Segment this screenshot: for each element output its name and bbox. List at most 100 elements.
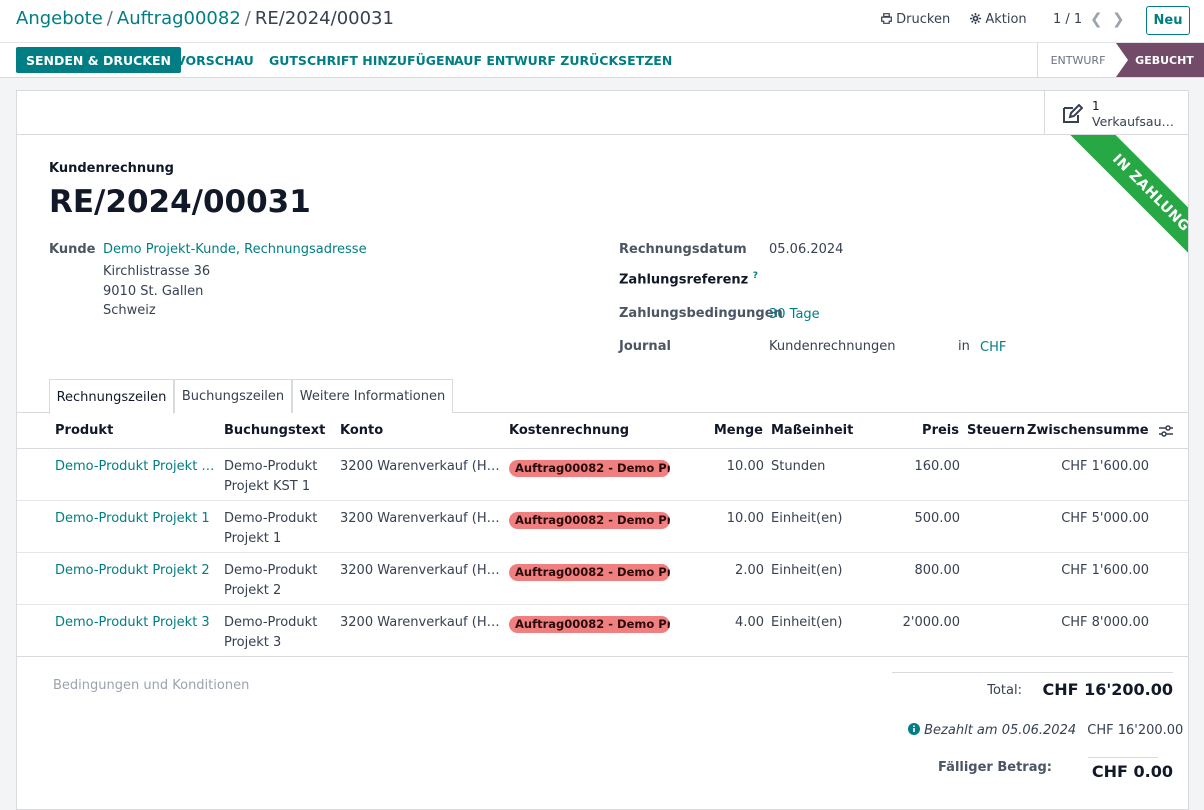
row-uom[interactable]: Einheit(en) — [771, 613, 842, 633]
optional-columns-icon[interactable] — [1159, 425, 1173, 437]
analytic-tag[interactable]: Auftrag00082 - Demo Pr... — [509, 460, 670, 477]
column-label[interactable]: Buchungstext — [224, 423, 325, 438]
info-icon[interactable] — [908, 723, 920, 735]
column-subtotal[interactable]: Zwischensumme — [1027, 423, 1149, 438]
invoice-date-field[interactable]: 05.06.2024 — [769, 242, 843, 257]
breadcrumb-current: RE/2024/00031 — [254, 8, 394, 29]
pager-prev-icon[interactable]: ❮ — [1090, 10, 1103, 28]
analytic-tag[interactable]: Auftrag00082 - Demo Pr... — [509, 564, 670, 581]
status-posted[interactable]: GEBUCHT — [1116, 43, 1204, 77]
ribbon-label: IN ZAHLUNG — [1065, 135, 1188, 275]
row-product[interactable]: Demo-Produkt Projekt KST 1 — [55, 457, 221, 477]
page-title: RE/2024/00031 — [49, 184, 311, 220]
action-menu[interactable]: Aktion — [970, 12, 1027, 27]
column-price[interactable]: Preis — [897, 423, 959, 438]
total-amount: CHF 16'200.00 — [1042, 680, 1173, 699]
row-account[interactable]: 3200 Warenverkauf (Handel) — [340, 509, 500, 529]
row-label-line1: Demo-Produkt — [224, 511, 318, 526]
send-print-button[interactable]: SENDEN & DRUCKEN — [16, 47, 181, 73]
breadcrumb-quotations[interactable]: Angebote — [16, 8, 103, 29]
tab-other-info[interactable]: Weitere Informationen — [292, 379, 453, 413]
row-label[interactable]: Demo-Produkt Projekt 2 — [224, 561, 317, 601]
breadcrumb-separator: / — [106, 8, 113, 29]
column-uom[interactable]: Maßeinheit — [771, 423, 853, 438]
action-menus: Drucken Aktion — [881, 12, 1027, 27]
control-panel-top: Angebote / Auftrag00082/RE/2024/00031 Druc… — [0, 0, 1204, 43]
row-account[interactable]: 3200 Warenverkauf (Handel) — [340, 457, 500, 477]
paid-label: Bezahlt am 05.06.2024 — [924, 723, 1077, 738]
row-product[interactable]: Demo-Produkt Projekt 2 — [55, 561, 221, 581]
column-analytic[interactable]: Kostenrechnung — [509, 423, 629, 438]
payment-reference-label-text: Zahlungsreferenz — [619, 272, 749, 288]
smart-button-label: Verkaufsau… — [1092, 114, 1175, 129]
row-price[interactable]: 500.00 — [877, 509, 961, 529]
row-uom[interactable]: Stunden — [771, 457, 825, 477]
row-account[interactable]: 3200 Warenverkauf (Handel) — [340, 561, 500, 581]
pager-value[interactable]: 1 / 1 — [1053, 12, 1082, 27]
row-quantity[interactable]: 10.00 — [707, 509, 764, 529]
column-product[interactable]: Produkt — [55, 423, 113, 438]
row-label-line2: Projekt 3 — [224, 635, 282, 650]
help-icon[interactable]: ? — [753, 271, 758, 281]
analytic-tag[interactable]: Auftrag00082 - Demo Pr... — [509, 616, 670, 633]
row-price[interactable]: 160.00 — [877, 457, 961, 477]
table-row[interactable]: Demo-Produkt Projekt 3 Demo-Produkt Proje… — [17, 605, 1188, 657]
totals-divider — [892, 672, 1173, 673]
row-quantity[interactable]: 4.00 — [707, 613, 764, 633]
add-credit-note-button[interactable]: GUTSCHRIFT HINZUFÜGEN — [269, 53, 455, 68]
table-footer-divider — [17, 656, 1188, 657]
customer-field[interactable]: Demo Projekt-Kunde, Rechnungsadresse — [103, 242, 367, 257]
print-menu[interactable]: Drucken — [881, 12, 950, 27]
breadcrumb: Angebote / Auftrag00082/RE/2024/00031 — [16, 8, 394, 29]
table-row[interactable]: Demo-Produkt Projekt 2 Demo-Produkt Proje… — [17, 553, 1188, 605]
tab-invoice-lines[interactable]: Rechnungszeilen — [49, 379, 174, 414]
preview-button[interactable]: VORSCHAU — [176, 53, 254, 68]
row-label-line1: Demo-Produkt — [224, 615, 318, 630]
row-quantity[interactable]: 10.00 — [707, 457, 764, 477]
button-box: 1 Verkaufsau… — [17, 91, 1188, 135]
print-icon — [881, 13, 892, 24]
terms-field[interactable]: Bedingungen und Konditionen — [53, 678, 249, 693]
row-label[interactable]: Demo-Produkt Projekt KST 1 — [224, 457, 317, 497]
row-uom[interactable]: Einheit(en) — [771, 561, 842, 581]
action-label: Aktion — [985, 12, 1027, 27]
journal-label: Journal — [619, 339, 671, 354]
row-uom[interactable]: Einheit(en) — [771, 509, 842, 529]
row-price[interactable]: 800.00 — [877, 561, 961, 581]
column-taxes[interactable]: Steuern — [967, 423, 1025, 438]
row-label[interactable]: Demo-Produkt Projekt 3 — [224, 613, 317, 653]
row-label-line2: Projekt 2 — [224, 583, 282, 598]
row-label-line1: Demo-Produkt — [224, 563, 318, 578]
row-label[interactable]: Demo-Produkt Projekt 1 — [224, 509, 317, 549]
reset-to-draft-button[interactable]: AUF ENTWURF ZURÜCKSETZEN — [454, 53, 672, 68]
row-product[interactable]: Demo-Produkt Projekt 1 — [55, 509, 221, 529]
breadcrumb-order[interactable]: Auftrag00082 — [117, 8, 241, 29]
gear-icon — [970, 13, 982, 24]
row-subtotal: CHF 1'600.00 — [1061, 563, 1149, 578]
column-account[interactable]: Konto — [340, 423, 383, 438]
amount-due-label: Fälliger Betrag: — [938, 760, 1052, 775]
control-panel: Angebote / Auftrag00082/RE/2024/00031 Druc… — [0, 0, 1204, 78]
row-account[interactable]: 3200 Warenverkauf (Handel) — [340, 613, 500, 633]
pager-next-icon[interactable]: ❯ — [1112, 10, 1125, 28]
customer-street: Kirchlistrasse 36 — [103, 264, 211, 279]
form-sheet: 1 Verkaufsau… IN ZAHLUNG Kundenrechnung … — [16, 90, 1189, 810]
row-quantity[interactable]: 2.00 — [707, 561, 764, 581]
column-quantity[interactable]: Menge — [707, 423, 763, 438]
tab-journal-items[interactable]: Buchungszeilen — [174, 379, 292, 413]
currency-field[interactable]: CHF — [980, 340, 1006, 355]
new-button[interactable]: Neu — [1146, 6, 1190, 35]
invoice-date-label: Rechnungsdatum — [619, 242, 747, 257]
payment-reference-label: Zahlungsreferenz ? — [619, 271, 758, 287]
table-row[interactable]: Demo-Produkt Projekt KST 1 Demo-Produkt P… — [17, 449, 1188, 501]
table-row[interactable]: Demo-Produkt Projekt 1 Demo-Produkt Proje… — [17, 501, 1188, 553]
payment-terms-field[interactable]: 30 Tage — [769, 307, 820, 322]
document-type: Kundenrechnung — [49, 161, 174, 176]
analytic-tag[interactable]: Auftrag00082 - Demo Pr... — [509, 512, 670, 529]
sales-orders-smart-button[interactable]: 1 Verkaufsau… — [1044, 91, 1188, 135]
row-price[interactable]: 2'000.00 — [877, 613, 960, 633]
journal-field[interactable]: Kundenrechnungen — [769, 339, 896, 354]
customer-label: Kunde — [49, 242, 96, 257]
row-product[interactable]: Demo-Produkt Projekt 3 — [55, 613, 221, 633]
status-draft[interactable]: ENTWURF — [1038, 43, 1118, 77]
